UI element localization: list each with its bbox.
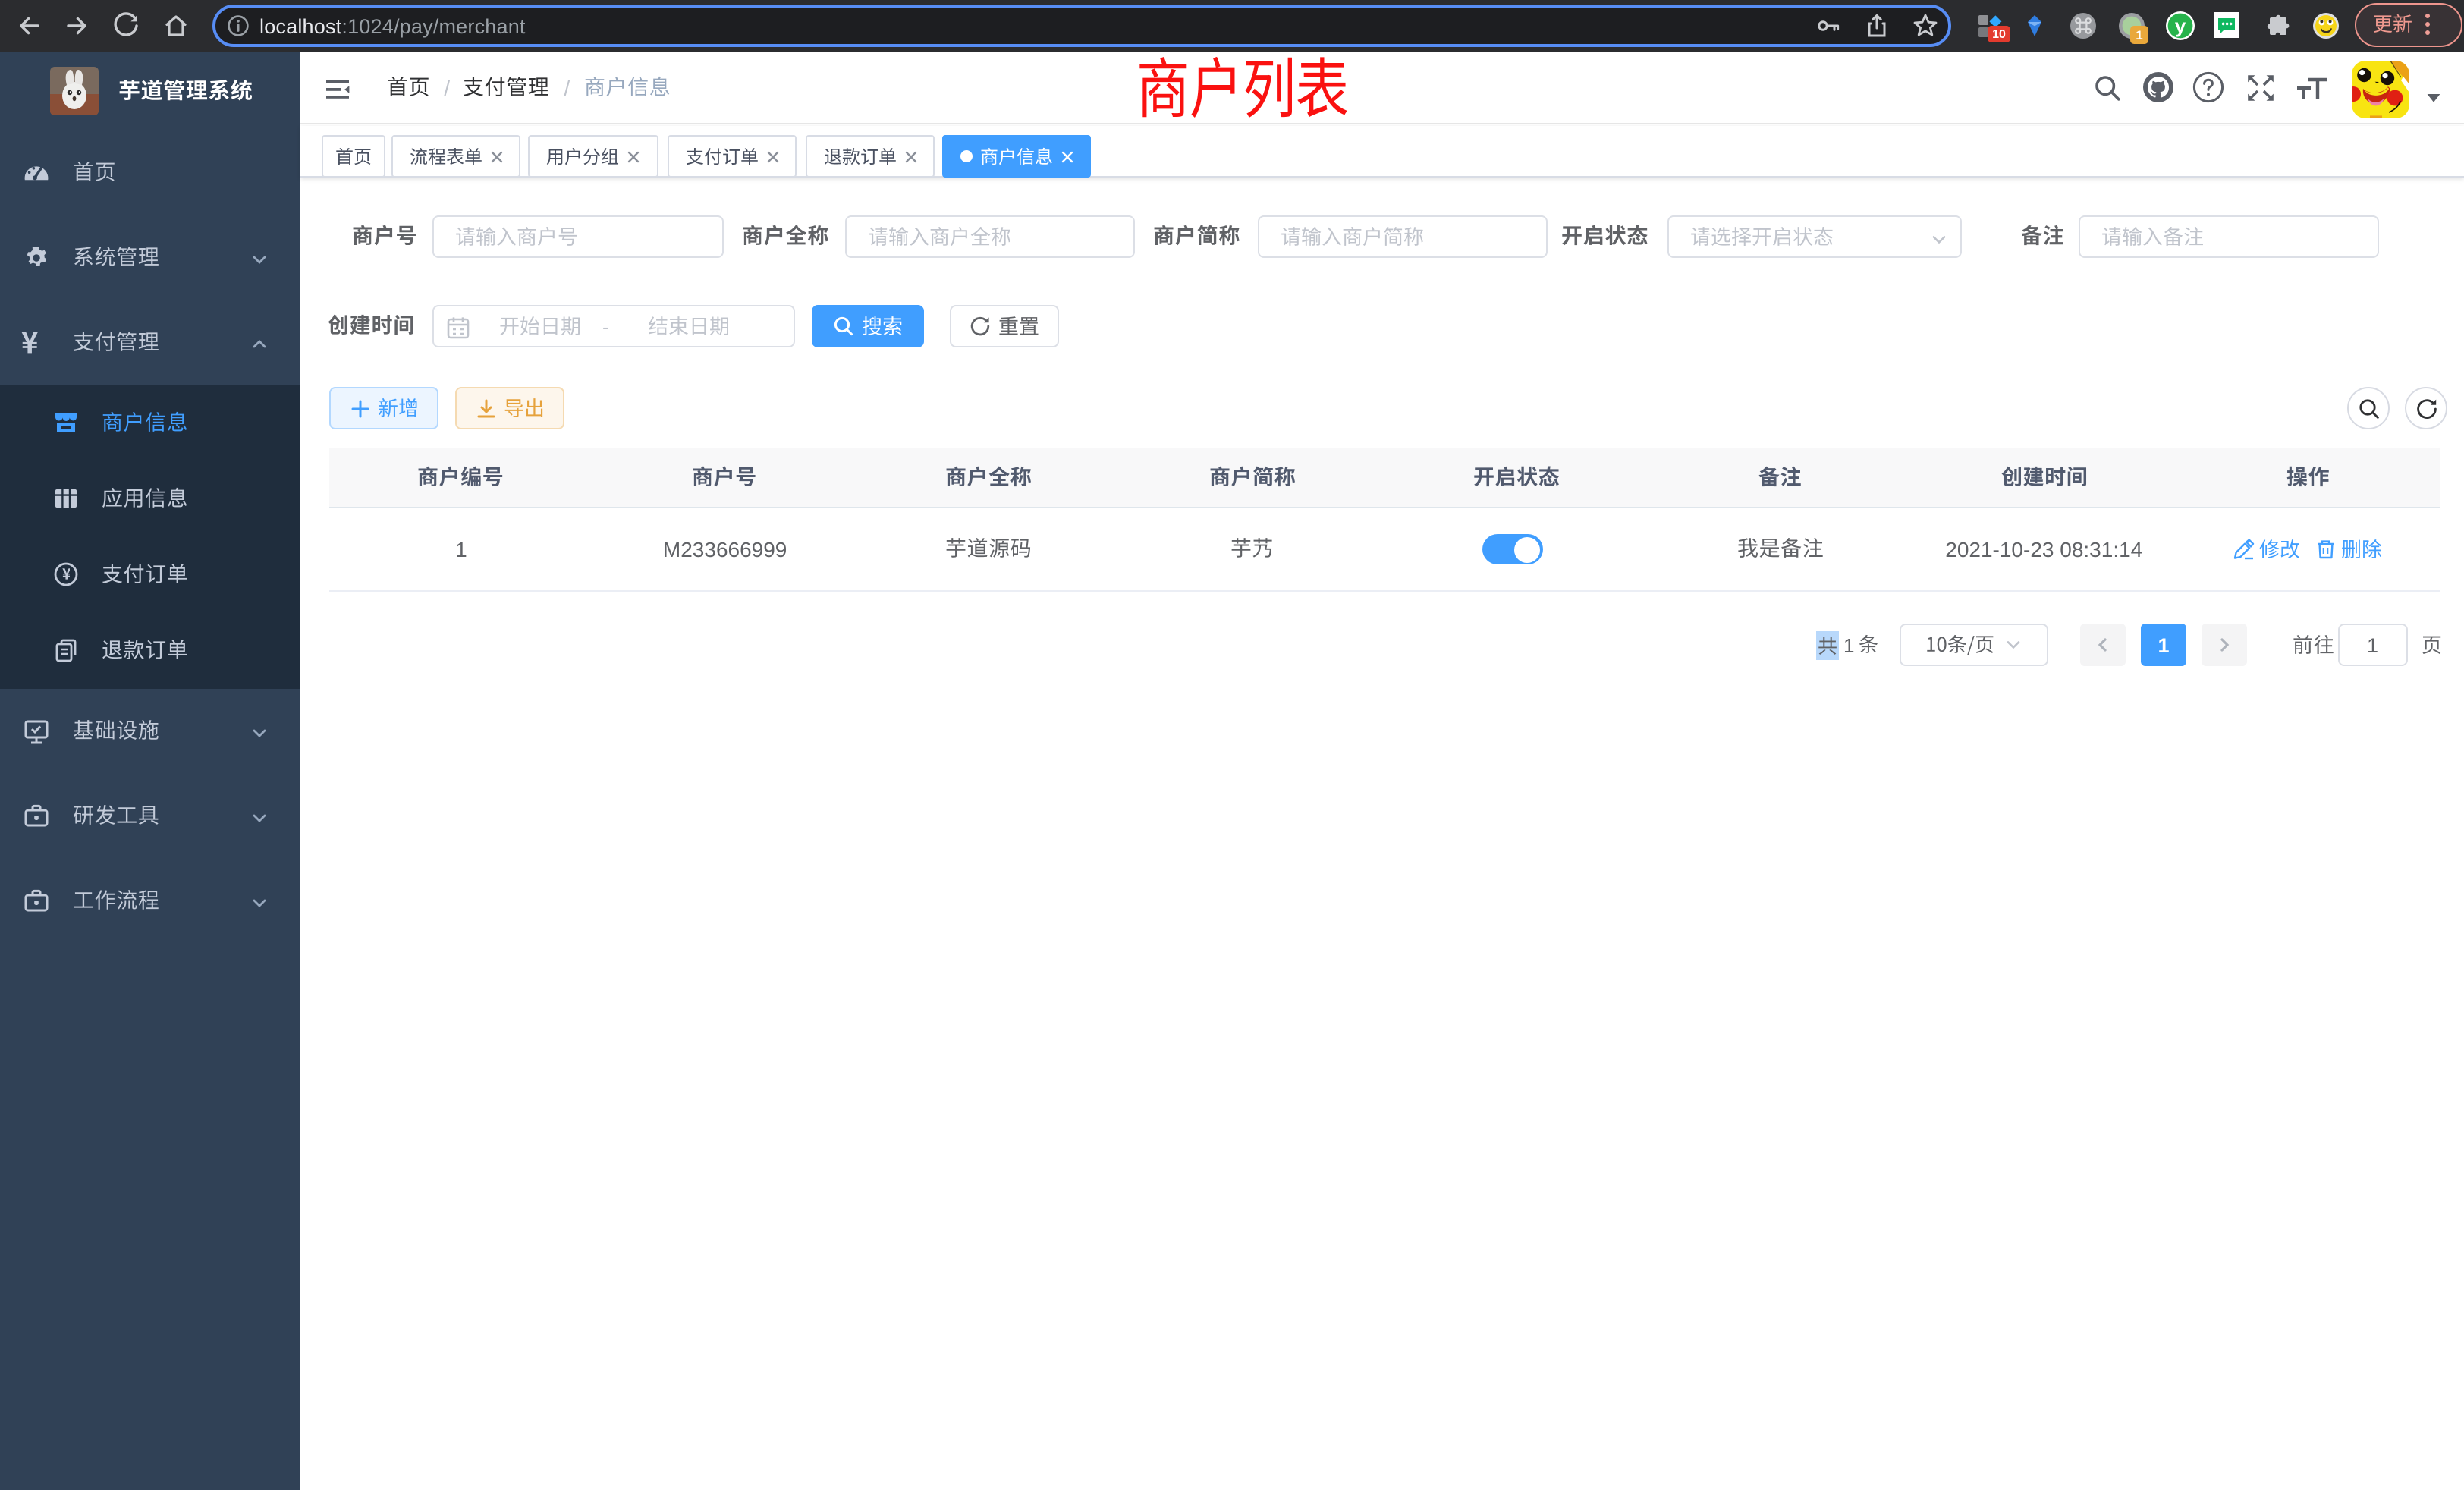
svg-text:y: y	[2175, 14, 2186, 37]
